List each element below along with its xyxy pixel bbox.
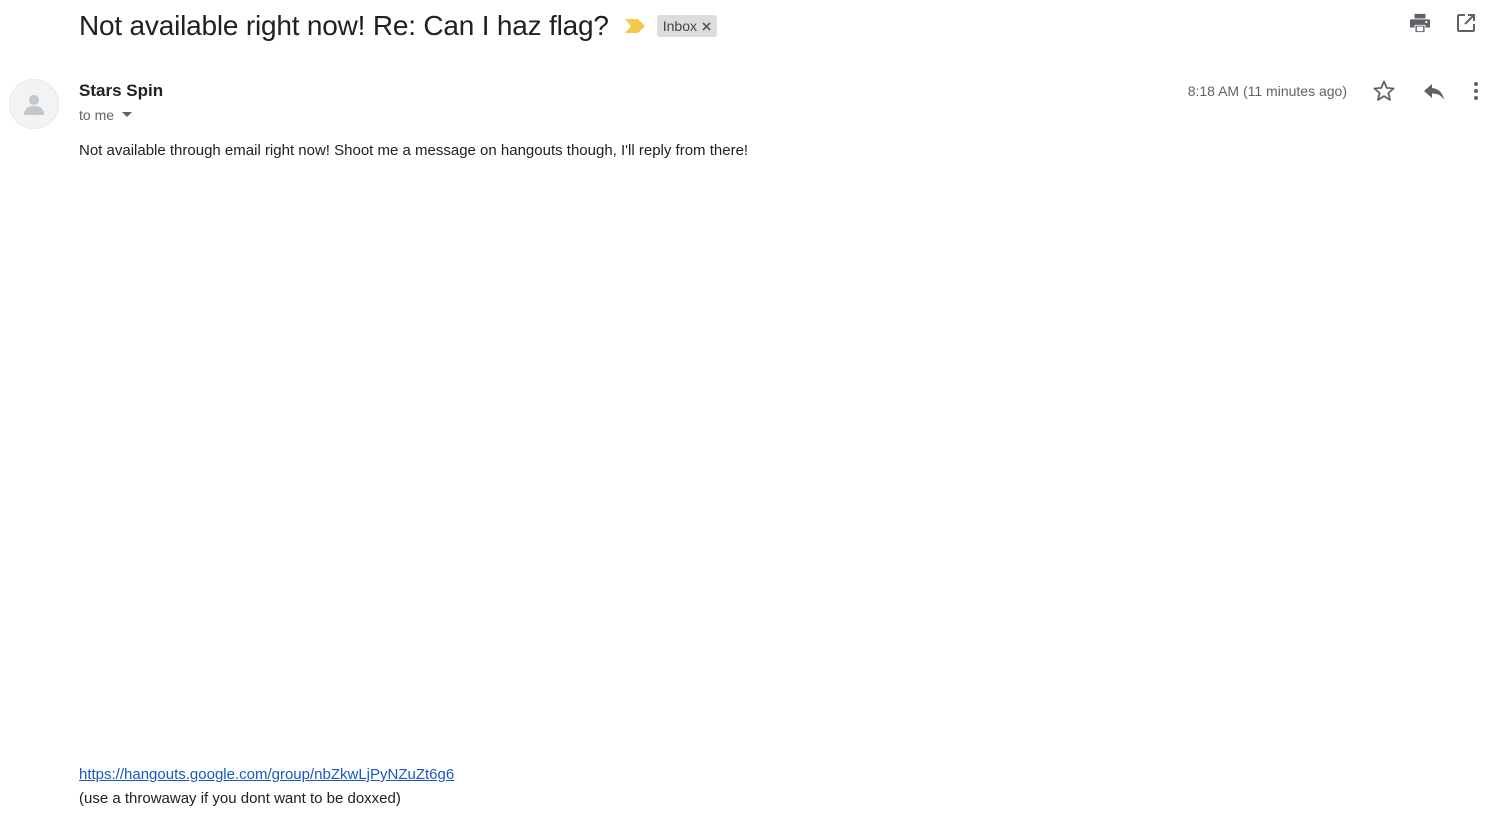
message-actions: 8:18 AM (11 minutes ago) — [1188, 78, 1481, 104]
recipient-details[interactable]: to me — [79, 107, 133, 123]
recipient-text: to me — [79, 107, 115, 123]
footer-note: (use a throwaway if you dont want to be … — [79, 790, 401, 807]
reply-icon[interactable] — [1421, 78, 1447, 104]
star-icon[interactable] — [1371, 78, 1397, 104]
thread-actions — [1409, 12, 1477, 34]
subject-row: Not available right now! Re: Can I haz f… — [79, 8, 717, 44]
person-icon — [24, 95, 44, 115]
print-icon[interactable] — [1409, 12, 1431, 34]
hangouts-link[interactable]: https://hangouts.google.com/group/nbZkwL… — [79, 766, 454, 783]
caret-down-icon[interactable] — [122, 110, 133, 120]
email-subject: Not available right now! Re: Can I haz f… — [79, 10, 609, 41]
message-timestamp: 8:18 AM (11 minutes ago) — [1187, 83, 1347, 99]
importance-marker-icon[interactable] — [624, 18, 647, 34]
label-chip-text: Inbox — [662, 18, 697, 34]
more-vert-icon[interactable] — [1471, 78, 1481, 104]
avatar[interactable] — [9, 79, 59, 129]
sender-name[interactable]: Stars Spin — [79, 81, 163, 101]
label-chip-inbox: Inbox — [656, 15, 717, 37]
close-icon[interactable] — [701, 20, 713, 32]
open-in-new-icon[interactable] — [1455, 12, 1477, 34]
message-body: Not available through email right now! S… — [79, 142, 749, 159]
